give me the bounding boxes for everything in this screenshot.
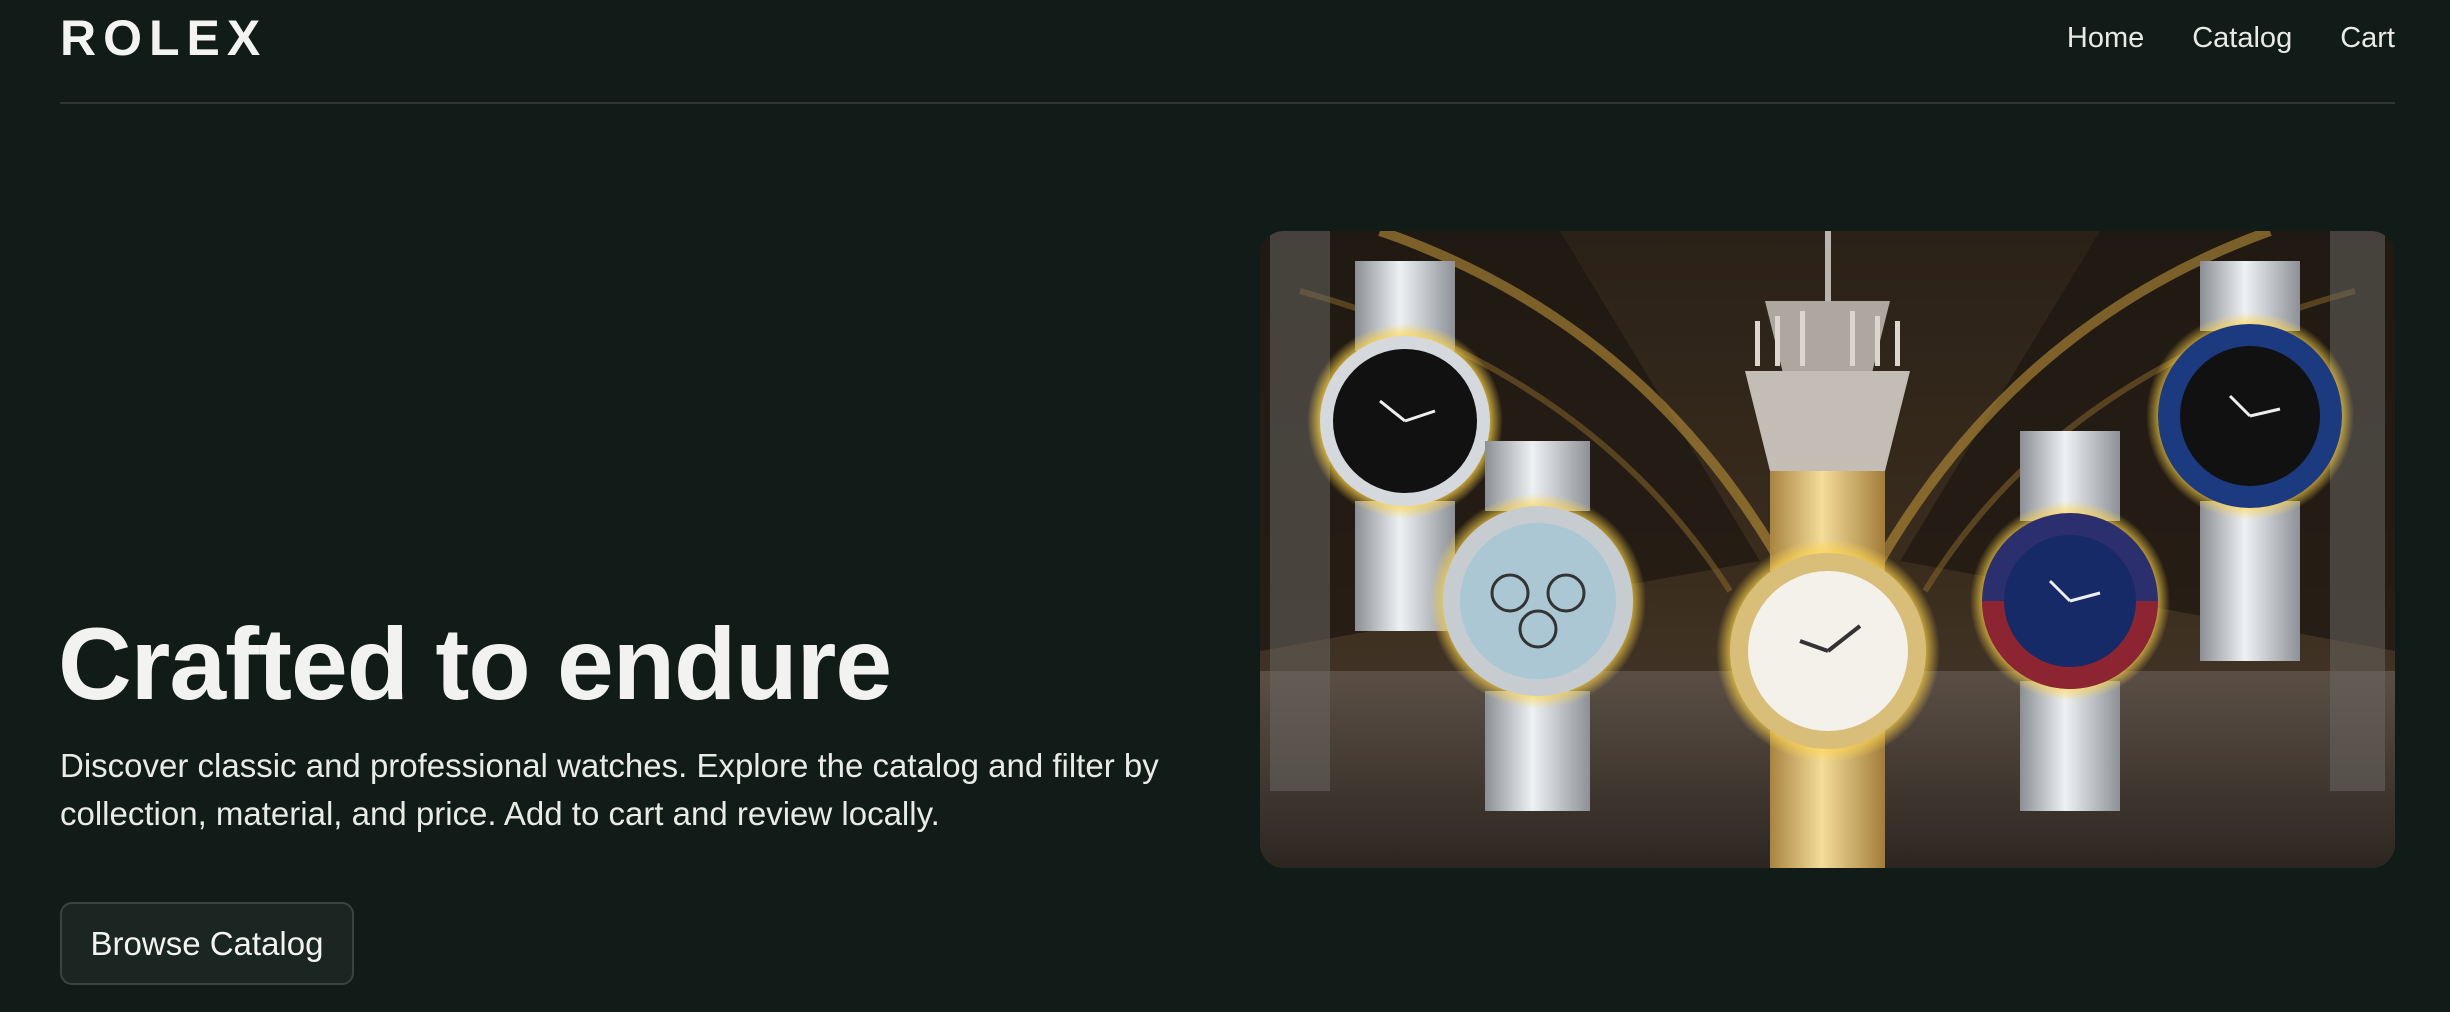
nav-catalog-link[interactable]: Catalog xyxy=(2192,18,2292,58)
main-nav: Home Catalog Cart xyxy=(2067,18,2395,58)
page: ROLEX Home Catalog Cart Crafted to endur… xyxy=(0,0,2450,1012)
watches-illustration xyxy=(1260,231,2395,868)
nav-home-link[interactable]: Home xyxy=(2067,18,2144,58)
hero-image xyxy=(1260,231,2395,868)
nav-cart-link[interactable]: Cart xyxy=(2340,18,2395,58)
hero-description: Discover classic and professional watche… xyxy=(60,747,1159,832)
hero-title: Crafted to endure xyxy=(58,607,892,721)
site-header: ROLEX Home Catalog Cart xyxy=(60,0,2395,104)
brand-logo[interactable]: ROLEX xyxy=(60,10,267,66)
browse-catalog-button[interactable]: Browse Catalog xyxy=(60,902,354,985)
